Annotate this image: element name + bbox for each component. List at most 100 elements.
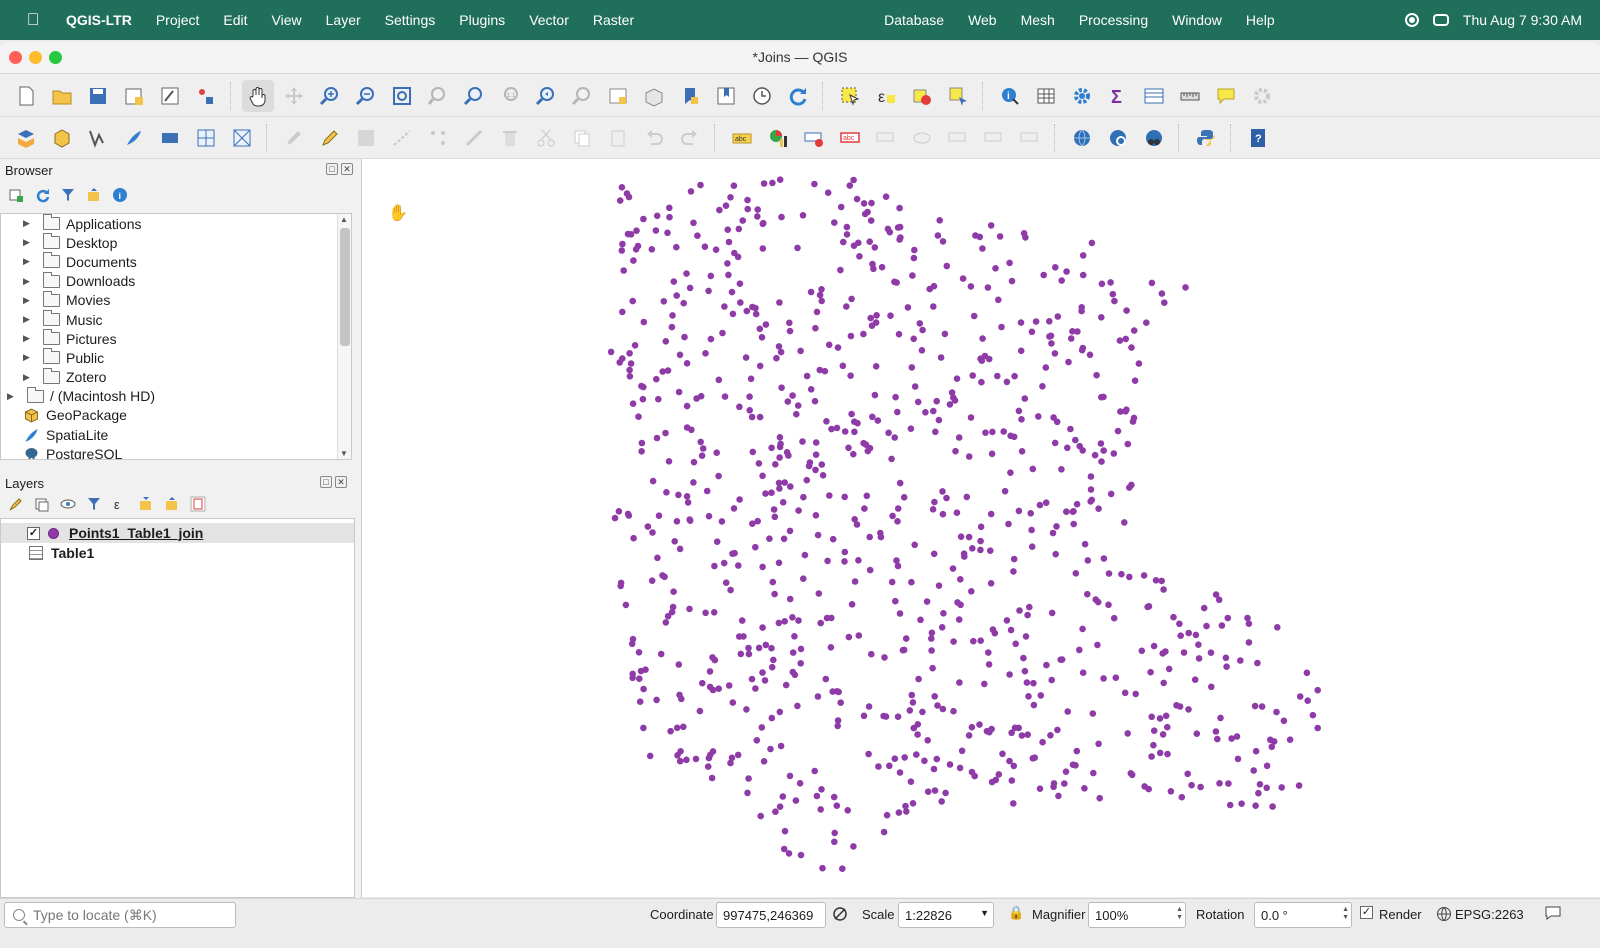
close-panel-icon[interactable]: ✕: [341, 163, 353, 175]
close-panel-icon[interactable]: ✕: [335, 476, 347, 488]
save-project-button[interactable]: [82, 80, 114, 112]
locator-search-input[interactable]: Type to locate (⌘K): [4, 902, 236, 928]
new-spatialite-layer-button[interactable]: [118, 122, 150, 154]
menu-settings[interactable]: Settings: [373, 12, 448, 28]
expand-arrow-icon[interactable]: ▶: [23, 237, 33, 248]
spin-arrows-icon[interactable]: ▲ ▼: [1342, 906, 1349, 922]
add-group-icon[interactable]: [34, 496, 50, 512]
add-wms-layer-button[interactable]: [1066, 122, 1098, 154]
apple-icon[interactable]: : [18, 10, 48, 30]
help-contents-button[interactable]: ?: [1242, 122, 1274, 154]
new-project-button[interactable]: [10, 80, 42, 112]
zoom-full-button[interactable]: [386, 80, 418, 112]
menu-plugins[interactable]: Plugins: [447, 12, 517, 28]
rotation-field[interactable]: 0.0 ° ▲ ▼: [1254, 902, 1352, 928]
new-bookmark-button[interactable]: [674, 80, 706, 112]
pin-labels-button[interactable]: [798, 122, 830, 154]
menu-web[interactable]: Web: [956, 12, 1009, 28]
float-panel-icon[interactable]: □: [320, 476, 332, 488]
new-shapefile-layer-button[interactable]: [82, 122, 114, 154]
pan-map-button[interactable]: [242, 79, 274, 112]
new-geopackage-layer-button[interactable]: [46, 122, 78, 154]
refresh-icon[interactable]: [34, 187, 50, 203]
tree-item-postgresql[interactable]: PostgreSQL: [1, 444, 351, 459]
filter-icon[interactable]: [60, 187, 76, 203]
tree-item-movies[interactable]: ▶ Movies: [1, 290, 351, 310]
show-hide-labels-button[interactable]: [906, 122, 938, 154]
expand-all-icon[interactable]: [138, 496, 154, 512]
scroll-up-icon[interactable]: ▲: [340, 215, 348, 224]
map-canvas[interactable]: ✋: [362, 159, 1600, 897]
add-line-feature-button[interactable]: [386, 122, 418, 154]
online-resources-button[interactable]: [1138, 122, 1170, 154]
browser-scrollbar[interactable]: ▲ ▼: [337, 214, 351, 459]
move-label-button[interactable]: [870, 122, 902, 154]
menu-edit[interactable]: Edit: [211, 12, 259, 28]
settings-disabled-button[interactable]: [1246, 80, 1278, 112]
processing-toolbox-button[interactable]: [1066, 80, 1098, 112]
select-features-button[interactable]: [834, 80, 866, 112]
info-icon[interactable]: i: [112, 187, 128, 203]
highlight-labels-button[interactable]: abc: [834, 122, 866, 154]
collapse-all-icon[interactable]: [164, 496, 180, 512]
copy-features-button[interactable]: [566, 122, 598, 154]
record-icon[interactable]: [1404, 13, 1419, 27]
statistics-button[interactable]: Σ: [1102, 80, 1134, 112]
zoom-in-button[interactable]: [314, 80, 346, 112]
metasearch-button[interactable]: [1102, 122, 1134, 154]
delete-selected-button[interactable]: [494, 122, 526, 154]
temporal-controller-button[interactable]: [746, 80, 778, 112]
tree-item-desktop[interactable]: ▶ Desktop: [1, 233, 351, 252]
menu-project[interactable]: Project: [144, 12, 212, 28]
new-temporary-layer-button[interactable]: [154, 122, 186, 154]
add-selected-layers-icon[interactable]: [8, 187, 24, 203]
tree-item-public[interactable]: ▶ Public: [1, 348, 351, 367]
menu-mesh[interactable]: Mesh: [1009, 12, 1067, 28]
identify-features-button[interactable]: i: [994, 80, 1026, 112]
change-label-button[interactable]: [942, 122, 974, 154]
rotate-label-button[interactable]: [978, 122, 1010, 154]
zoom-native-button[interactable]: 1:1: [494, 80, 526, 112]
collapse-all-icon[interactable]: [86, 187, 102, 203]
crs-globe-icon[interactable]: [1436, 906, 1452, 922]
layer-points1-table1-join[interactable]: ✓ Points1_Table1_join: [1, 523, 354, 543]
eye-icon[interactable]: [60, 496, 76, 512]
filter-expression-icon[interactable]: ε: [112, 496, 128, 512]
tree-item-geopackage[interactable]: GeoPackage: [1, 406, 351, 425]
deselect-features-button[interactable]: [906, 80, 938, 112]
expand-arrow-icon[interactable]: ▶: [23, 314, 33, 325]
chevron-down-icon[interactable]: ▼: [980, 908, 989, 918]
modify-attributes-button[interactable]: [458, 122, 490, 154]
zoom-out-button[interactable]: [350, 80, 382, 112]
zoom-to-layer-button[interactable]: [458, 80, 490, 112]
menu-processing[interactable]: Processing: [1067, 12, 1160, 28]
current-edits-button[interactable]: [278, 122, 310, 154]
toggle-editing-button[interactable]: [314, 122, 346, 154]
refresh-button[interactable]: [782, 80, 814, 112]
layer-table1[interactable]: Table1: [1, 543, 354, 563]
tree-item-pictures[interactable]: ▶ Pictures: [1, 329, 351, 348]
crs-label[interactable]: EPSG:2263: [1455, 907, 1524, 922]
style-brush-icon[interactable]: [8, 496, 24, 512]
menu-vector[interactable]: Vector: [517, 12, 581, 28]
new-print-layout-button[interactable]: [118, 80, 150, 112]
data-source-manager-button[interactable]: [10, 122, 42, 154]
zoom-next-button[interactable]: [566, 80, 598, 112]
open-project-button[interactable]: [46, 80, 78, 112]
select-by-expression-button[interactable]: ε: [870, 80, 902, 112]
zoom-last-button[interactable]: [530, 80, 562, 112]
pan-to-selection-button[interactable]: [278, 80, 310, 112]
menu-database[interactable]: Database: [872, 12, 956, 28]
cut-features-button[interactable]: [530, 122, 562, 154]
style-manager-button[interactable]: [154, 80, 186, 112]
toggle-extents-icon[interactable]: [832, 906, 848, 922]
expand-arrow-icon[interactable]: ▶: [23, 352, 33, 363]
scrollbar-thumb[interactable]: [340, 228, 350, 346]
expand-arrow-icon[interactable]: ▶: [23, 372, 33, 383]
expand-arrow-icon[interactable]: ▶: [23, 276, 33, 287]
python-console-button[interactable]: [1190, 122, 1222, 154]
tree-item-zotero[interactable]: ▶ Zotero: [1, 367, 351, 387]
paste-features-button[interactable]: [602, 122, 634, 154]
new-virtual-layer-button[interactable]: [190, 122, 222, 154]
expand-arrow-icon[interactable]: ▶: [23, 256, 33, 267]
